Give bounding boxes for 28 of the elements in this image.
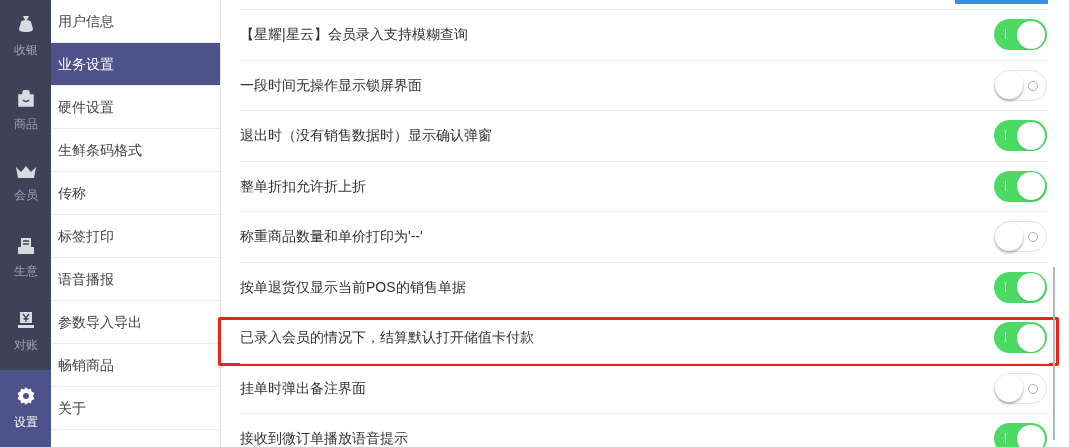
setting-label: 退出时（没有销售数据时）显示确认弹窗 [240, 126, 492, 146]
yuan-screen-icon [17, 312, 34, 328]
toggle-switch[interactable] [994, 120, 1047, 152]
toggle-switch[interactable] [994, 423, 1047, 447]
setting-label: 已录入会员的情况下，结算默认打开储值卡付款 [240, 328, 534, 348]
setting-label: 按单退货仅显示当前POS的销售单据 [240, 277, 466, 297]
setting-label: 挂单时弹出备注界面 [240, 378, 366, 398]
toolbar-button[interactable] [955, 0, 1048, 4]
toggle-switch[interactable] [994, 271, 1047, 303]
document-tray-icon [17, 238, 34, 254]
setting-label: 整单折扣允许折上折 [240, 176, 366, 196]
scrollbar[interactable] [1053, 267, 1055, 440]
submenu-item[interactable]: 业务设置 [51, 43, 220, 86]
nav-item[interactable]: 设置 [0, 370, 51, 447]
toggle-switch[interactable] [994, 372, 1047, 404]
toggle-switch[interactable] [994, 322, 1047, 354]
crown-icon [15, 166, 36, 178]
shopping-bag-icon [17, 89, 34, 107]
toggle-switch[interactable] [994, 170, 1047, 202]
setting-label: 称重商品数量和单价打印为'--' [240, 227, 423, 247]
setting-label: 【星耀|星云】会员录入支持模糊查询 [240, 25, 468, 45]
toggle-switch[interactable] [994, 69, 1047, 101]
settings-icon [16, 386, 35, 405]
setting-label: 一段时间无操作显示锁屏界面 [240, 75, 422, 95]
toggle-switch[interactable] [994, 221, 1047, 253]
setting-label: 接收到微订单播放语音提示 [240, 429, 408, 447]
money-bag-icon [17, 15, 34, 33]
toggle-switch[interactable] [994, 19, 1047, 51]
